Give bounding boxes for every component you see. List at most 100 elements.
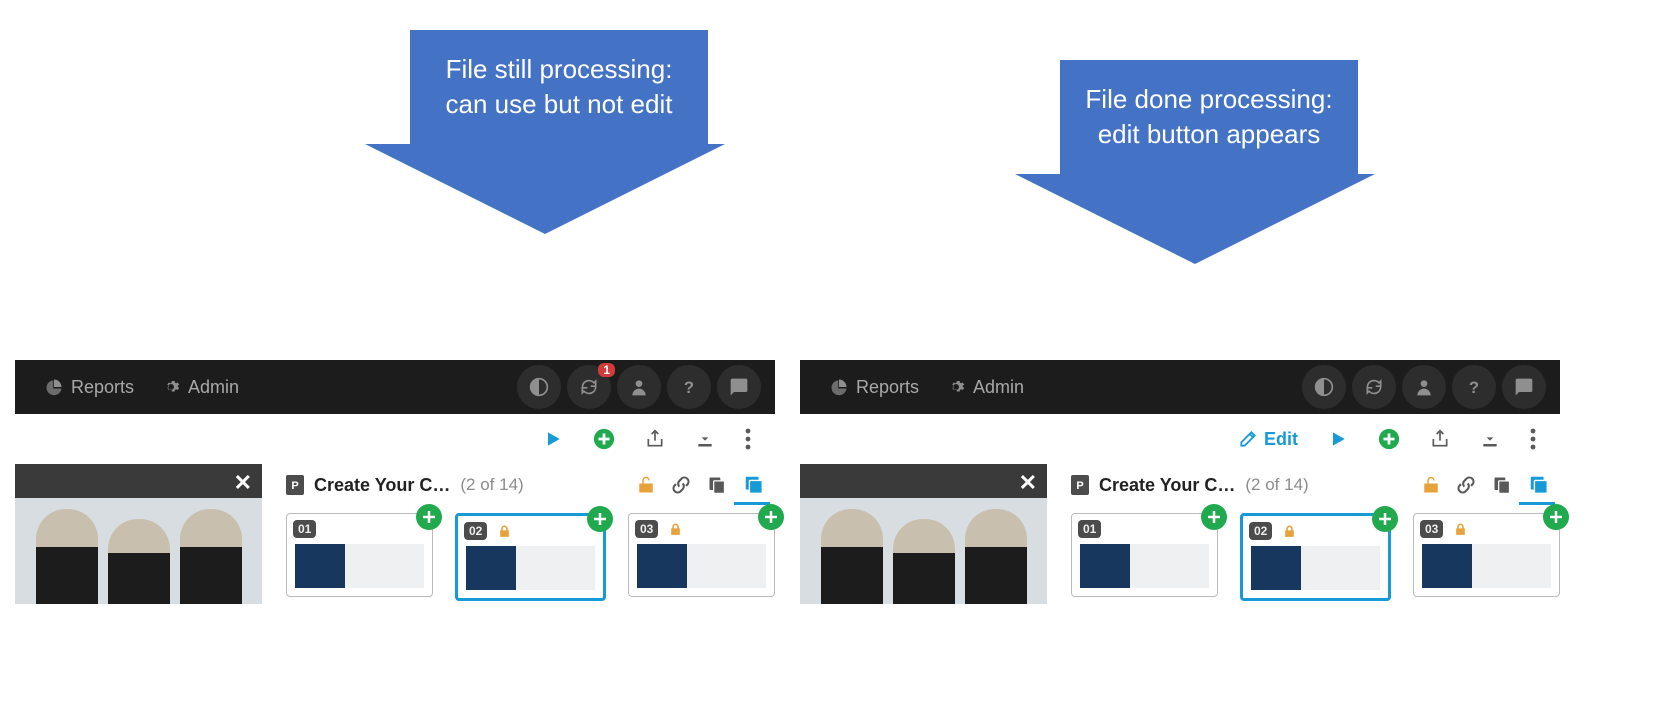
content-area: ✕ P Create Your C… (2 of 14) [800,464,1560,604]
contrast-icon [529,377,549,397]
download-button[interactable] [695,429,715,449]
chat-button[interactable] [1502,365,1546,409]
action-toolbar [15,414,775,464]
preview-panel: ✕ [800,464,1047,604]
sync-icon [1364,377,1384,397]
close-preview-button[interactable]: ✕ [234,470,252,496]
slide-add-button[interactable] [1201,504,1227,530]
help-button[interactable]: ? [667,365,711,409]
notification-badge: 1 [598,363,615,377]
share-icon [1430,429,1450,449]
help-button[interactable]: ? [1452,365,1496,409]
file-header: P Create Your C… (2 of 14) [286,464,775,504]
file-count: (2 of 14) [460,475,523,495]
topbar: Reports Admin 1 ? [15,360,775,414]
file-header: P Create Your C… (2 of 14) [1071,464,1560,504]
unlock-button[interactable] [1422,475,1440,495]
file-area: P Create Your C… (2 of 14) 01 02 [262,464,775,604]
slide-row: 01 02 03 [286,507,775,601]
nav-reports[interactable]: Reports [830,377,919,398]
add-button[interactable] [1378,428,1400,450]
stack-button[interactable] [1528,474,1550,496]
action-toolbar: Edit [800,414,1560,464]
slide-thumb[interactable]: 01 [1071,513,1218,597]
download-icon [695,429,715,449]
copy-icon [707,475,727,495]
callout-right-text: File done processing: edit button appear… [1085,84,1332,149]
more-button[interactable] [745,428,751,450]
more-button[interactable] [1530,428,1536,450]
copy-button[interactable] [1492,475,1512,495]
slide-thumb-selected[interactable]: 02 [455,513,606,601]
file-title: Create Your C… [314,475,450,496]
pie-chart-icon [45,378,63,396]
lock-icon [1454,522,1467,537]
presentation-file-icon: P [1071,475,1089,495]
contrast-button[interactable] [1302,365,1346,409]
nav-admin[interactable]: Admin [947,377,1024,398]
help-icon: ? [679,377,699,397]
slide-thumb[interactable]: 01 [286,513,433,597]
link-button[interactable] [1456,475,1476,495]
edit-button[interactable]: Edit [1238,429,1298,450]
slide-add-button[interactable] [758,504,784,530]
stack-icon [1528,474,1550,496]
portrait [821,509,883,604]
file-area: P Create Your C… (2 of 14) 01 02 [1047,464,1560,604]
share-button[interactable] [645,429,665,449]
chat-icon [1514,377,1534,397]
user-button[interactable] [1402,365,1446,409]
user-button[interactable] [617,365,661,409]
chat-icon [729,377,749,397]
contrast-button[interactable] [517,365,561,409]
svg-text:?: ? [684,378,694,397]
slide-thumb[interactable]: 03 [1413,513,1560,597]
play-button[interactable] [1328,429,1348,449]
stack-button[interactable] [743,474,765,496]
unlock-button[interactable] [637,475,655,495]
panel-processing: Reports Admin 1 ? [15,360,775,604]
close-icon: ✕ [1019,470,1037,495]
add-circle-icon [1378,428,1400,450]
slide-row: 01 02 03 [1071,507,1560,601]
slide-number: 03 [1420,520,1443,538]
slide-number: 02 [1249,522,1272,540]
portrait [965,509,1027,604]
copy-icon [1492,475,1512,495]
sync-icon [579,377,599,397]
unlock-icon [1422,475,1440,495]
user-icon [1414,377,1434,397]
add-button[interactable] [593,428,615,450]
portrait [893,519,955,604]
share-button[interactable] [1430,429,1450,449]
sync-button[interactable] [1352,365,1396,409]
play-icon [1328,429,1348,449]
slide-add-button[interactable] [1543,504,1569,530]
slide-add-button[interactable] [587,506,613,532]
slide-number: 01 [1078,520,1101,538]
slide-thumb-selected[interactable]: 02 [1240,513,1391,601]
file-title: Create Your C… [1099,475,1235,496]
edit-label: Edit [1264,429,1298,450]
unlock-icon [637,475,655,495]
play-button[interactable] [543,429,563,449]
close-preview-button[interactable]: ✕ [1019,470,1037,496]
slide-add-button[interactable] [1372,506,1398,532]
slide-thumb[interactable]: 03 [628,513,775,597]
copy-button[interactable] [707,475,727,495]
presentation-file-icon: P [286,475,304,495]
gear-icon [162,378,180,396]
nav-reports[interactable]: Reports [45,377,134,398]
plus-icon [1207,510,1221,524]
download-button[interactable] [1480,429,1500,449]
edit-icon [1238,429,1258,449]
slide-add-button[interactable] [416,504,442,530]
gear-icon [947,378,965,396]
nav-admin[interactable]: Admin [162,377,239,398]
download-icon [1480,429,1500,449]
chat-button[interactable] [717,365,761,409]
lock-icon [1283,524,1296,539]
sync-button[interactable]: 1 [567,365,611,409]
link-button[interactable] [671,475,691,495]
lock-icon [498,524,511,539]
